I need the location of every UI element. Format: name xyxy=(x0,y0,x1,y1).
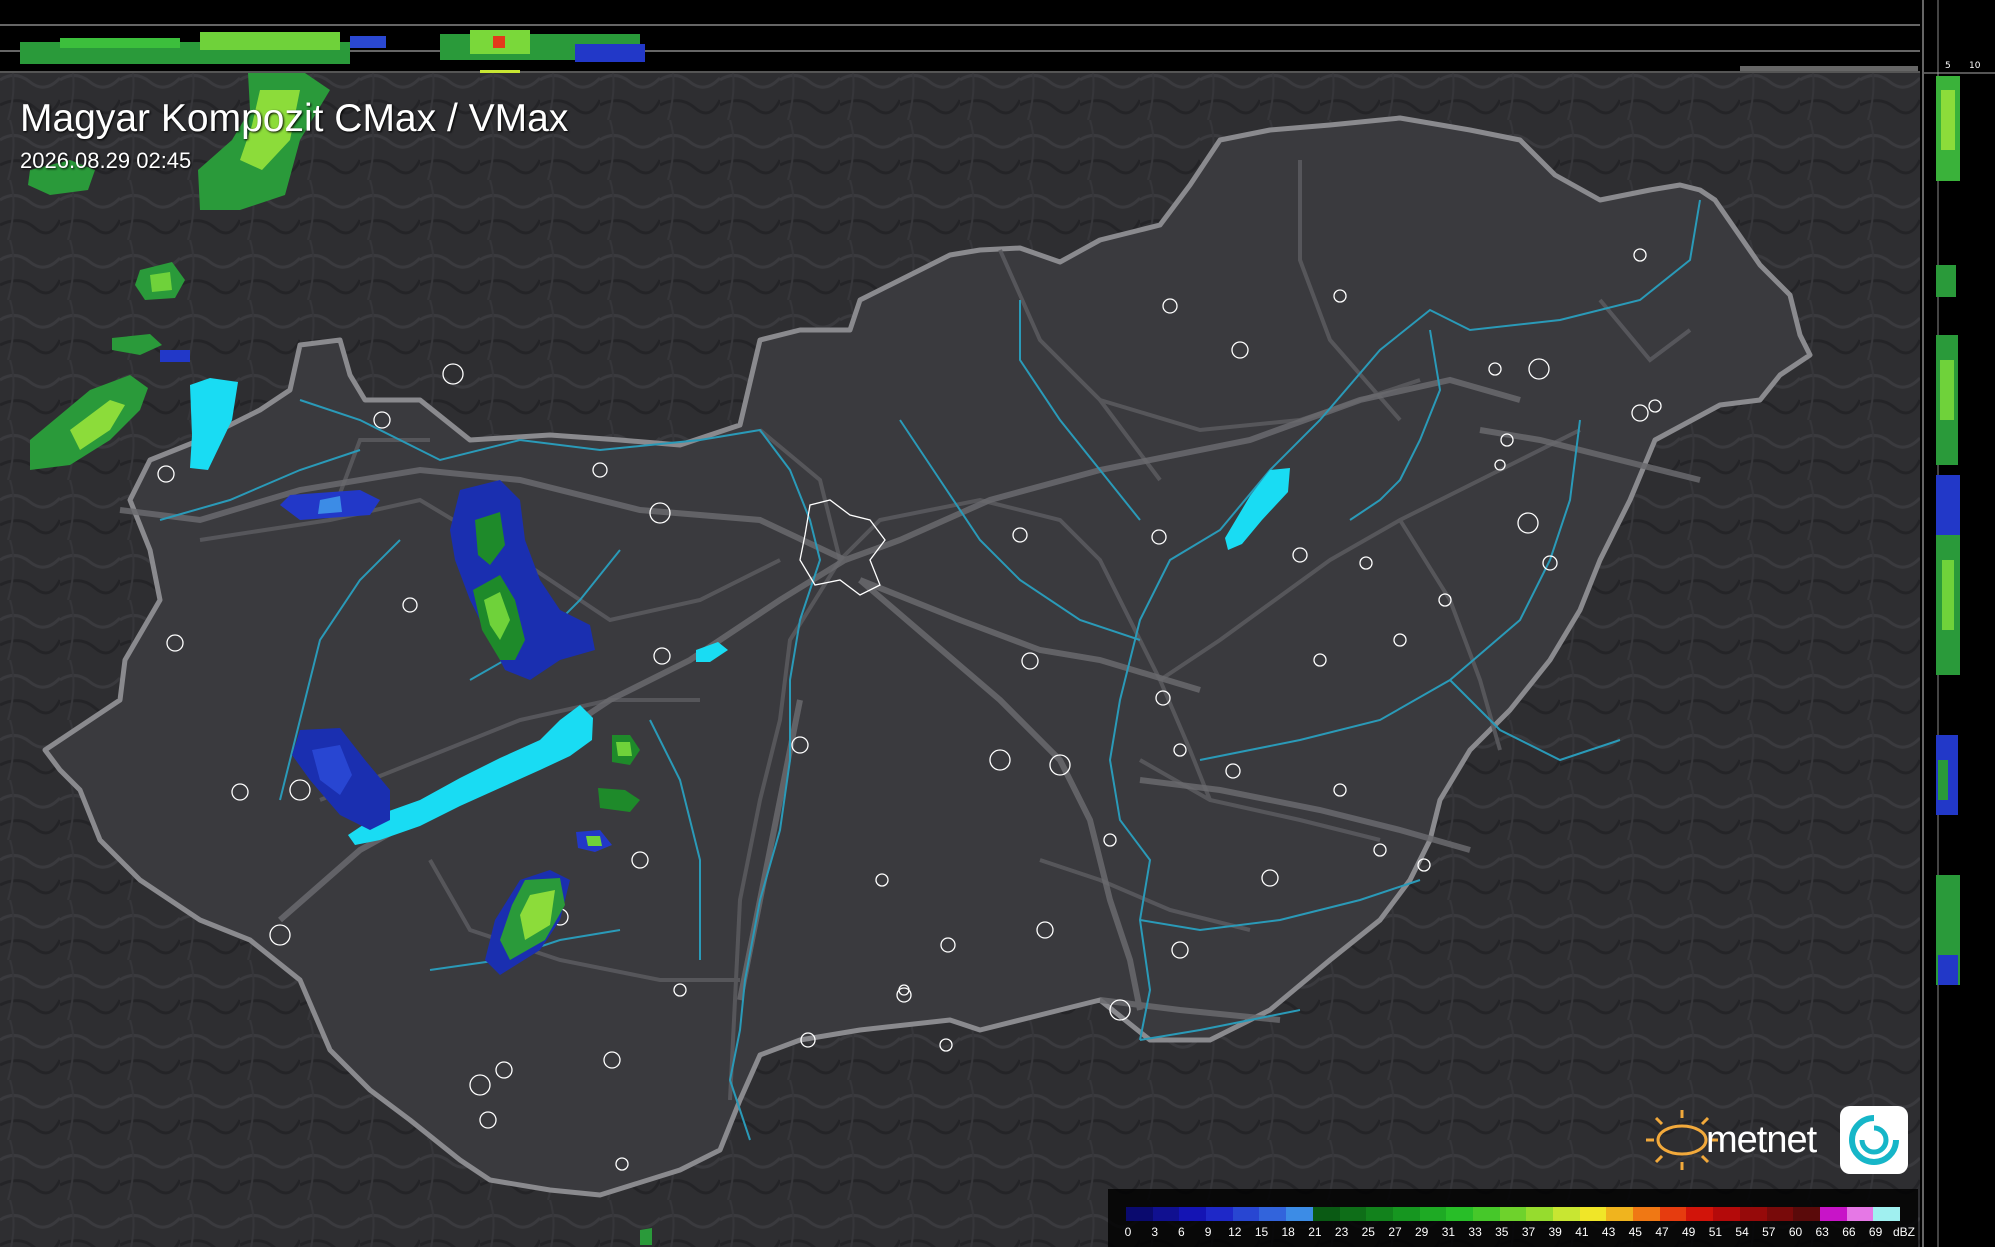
legend-label: 15 xyxy=(1254,1225,1269,1239)
legend-label: 47 xyxy=(1655,1225,1669,1239)
legend-swatch xyxy=(1339,1207,1367,1221)
legend-swatch xyxy=(1766,1207,1794,1221)
logo-text: metnet xyxy=(1706,1119,1818,1161)
legend-label: 21 xyxy=(1308,1225,1322,1239)
map-title: Magyar Kompozit CMax / VMax xyxy=(20,97,569,140)
legend-swatch xyxy=(1312,1207,1340,1221)
legend-swatch xyxy=(1206,1207,1233,1221)
legend-swatch xyxy=(1553,1207,1580,1221)
radar-map-view: 10 5 5 10 xyxy=(0,0,1995,1247)
legend-label: 69 xyxy=(1868,1225,1883,1239)
legend-label: 25 xyxy=(1361,1225,1375,1239)
legend-label: 31 xyxy=(1441,1225,1456,1239)
legend-swatch xyxy=(1739,1207,1767,1221)
legend-swatch xyxy=(1633,1207,1660,1221)
legend-label: 63 xyxy=(1815,1225,1829,1239)
legend-labels: 0 3 6 9 12 15 18 21 23 25 27 29 31 33 35 37 39 41 43 45 47 49… xyxy=(1124,1225,1916,1241)
legend-swatch xyxy=(1152,1207,1180,1221)
legend-swatch xyxy=(1873,1207,1900,1221)
top-vertical-profile-strip: 10 5 xyxy=(0,0,1937,73)
legend-label: 33 xyxy=(1468,1225,1482,1239)
legend-label: 54 xyxy=(1735,1225,1749,1239)
legend-swatch xyxy=(1392,1207,1420,1221)
legend-swatch xyxy=(1259,1207,1287,1221)
side-profile-graphic xyxy=(1924,0,1995,1247)
dbz-color-legend: 0 3 6 9 12 15 18 21 23 25 27 29 31 33 35 37 39 41 43 45 47 49… xyxy=(1108,1189,1918,1247)
metnet-logo-graphic: metnet xyxy=(1646,1106,1908,1174)
legend-label: 9 xyxy=(1204,1225,1212,1239)
legend-label: 12 xyxy=(1228,1225,1242,1239)
legend-label: 57 xyxy=(1762,1225,1776,1239)
cloud-swirl-logo-icon xyxy=(1840,1106,1908,1174)
legend-swatch xyxy=(1179,1207,1207,1221)
legend-label: 51 xyxy=(1708,1225,1723,1239)
legend-label: 39 xyxy=(1548,1225,1562,1239)
hungary-radar-map xyxy=(0,73,1920,1247)
legend-swatch xyxy=(1499,1207,1527,1221)
legend-swatch xyxy=(1793,1207,1820,1221)
legend-label: 35 xyxy=(1495,1225,1509,1239)
legend-label: 23 xyxy=(1334,1225,1349,1239)
legend-swatch xyxy=(1686,1207,1714,1221)
legend-swatch xyxy=(1819,1207,1847,1221)
legend-swatch xyxy=(1419,1207,1447,1221)
map-title-block: Magyar Kompozit CMax / VMax 2026.08.29 0… xyxy=(20,96,568,176)
legend-label: 60 xyxy=(1788,1225,1803,1239)
legend-label: 43 xyxy=(1601,1225,1616,1239)
legend-swatch xyxy=(1713,1207,1740,1221)
legend-label: 3 xyxy=(1151,1225,1159,1239)
legend-unit: dBZ xyxy=(1893,1225,1916,1239)
legend-swatch xyxy=(1366,1207,1393,1221)
legend-swatch xyxy=(1579,1207,1607,1221)
map-timestamp: 2026.08.29 02:45 xyxy=(20,148,192,173)
legend-label: 29 xyxy=(1415,1225,1429,1239)
legend-label: 45 xyxy=(1628,1225,1642,1239)
legend-swatch xyxy=(1526,1207,1553,1221)
legend-swatch xyxy=(1232,1207,1260,1221)
legend-label: 66 xyxy=(1842,1225,1856,1239)
legend-label: 18 xyxy=(1281,1225,1295,1239)
legend-label: 6 xyxy=(1178,1225,1185,1239)
legend-label: 49 xyxy=(1682,1225,1696,1239)
legend-swatch xyxy=(1659,1207,1687,1221)
legend-swatch xyxy=(1472,1207,1500,1221)
legend-swatch xyxy=(1446,1207,1473,1221)
legend-swatch xyxy=(1286,1207,1313,1221)
legend-swatch xyxy=(1126,1207,1153,1221)
legend-swatch xyxy=(1606,1207,1634,1221)
metnet-logo: metnet xyxy=(1638,1104,1910,1176)
legend-color-bar xyxy=(1126,1207,1900,1221)
side-vertical-profile-strip: 5 10 xyxy=(1922,0,1995,1247)
legend-label: 37 xyxy=(1521,1225,1536,1239)
top-profile-graphic xyxy=(0,24,1920,73)
legend-label: 41 xyxy=(1575,1225,1589,1239)
legend-swatch xyxy=(1846,1207,1874,1221)
legend-label: 0 xyxy=(1124,1225,1132,1239)
legend-label: 27 xyxy=(1388,1225,1402,1239)
